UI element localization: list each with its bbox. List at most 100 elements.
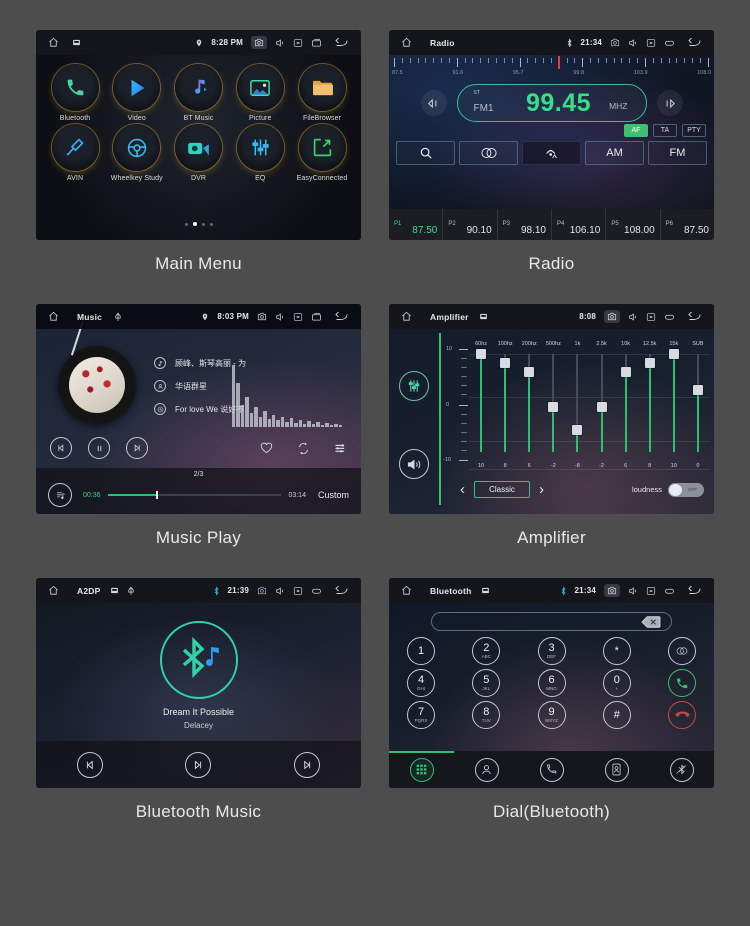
preset-p3[interactable]: P3 98.10: [498, 209, 552, 240]
key-5[interactable]: 5 JKL: [472, 669, 501, 697]
keypad-icon[interactable]: [409, 757, 434, 782]
preset-p1[interactable]: P1 87.50: [389, 209, 444, 240]
key-1[interactable]: 1: [407, 637, 435, 665]
preset-name[interactable]: Classic: [474, 481, 530, 498]
pause-icon[interactable]: [88, 437, 110, 459]
volume-icon[interactable]: [275, 38, 285, 48]
eq-band-2-5k[interactable]: 2.5k -2: [589, 341, 613, 469]
home-icon[interactable]: [401, 585, 412, 596]
home-icon[interactable]: [48, 585, 59, 596]
camera-icon[interactable]: [257, 312, 267, 321]
back-icon[interactable]: [334, 311, 349, 322]
band-track[interactable]: [548, 354, 559, 452]
key-4[interactable]: 4 GHI: [407, 669, 435, 697]
camera-icon[interactable]: [604, 310, 620, 323]
playlist-eq-icon[interactable]: [334, 443, 347, 454]
recent-apps-icon[interactable]: [664, 313, 675, 321]
back-icon[interactable]: [334, 585, 349, 596]
band-track[interactable]: [572, 354, 583, 452]
app-avin[interactable]: AVIN: [46, 124, 104, 182]
volume-icon[interactable]: [628, 38, 638, 48]
close-icon[interactable]: [293, 38, 303, 48]
eq-band-sub[interactable]: SUB 0: [686, 341, 710, 469]
hangup-icon[interactable]: [668, 701, 696, 729]
app-dvr[interactable]: DVR: [170, 124, 228, 182]
back-icon[interactable]: [687, 585, 702, 596]
repeat-icon[interactable]: [297, 442, 310, 455]
call-icon[interactable]: [668, 669, 696, 697]
app-filebrowser[interactable]: FileBrowser: [293, 64, 351, 122]
local-distance-button[interactable]: [522, 141, 581, 165]
eq-band-1k[interactable]: 1k -8: [565, 341, 589, 469]
volume-icon[interactable]: [275, 586, 285, 596]
frequency-scale[interactable]: 87.5 91.6 95.7 99.8 103.9 108.0: [389, 55, 714, 82]
recent-apps-icon[interactable]: [311, 312, 322, 321]
equalizer-icon[interactable]: [399, 371, 429, 401]
home-icon[interactable]: [48, 311, 59, 322]
camera-icon[interactable]: [257, 586, 267, 595]
preset-p5[interactable]: P5 108.00: [606, 209, 661, 240]
band-track[interactable]: [692, 354, 703, 452]
band-track[interactable]: [476, 349, 487, 452]
am-button[interactable]: AM: [585, 141, 644, 165]
close-icon[interactable]: [293, 312, 303, 322]
stereo-button[interactable]: [459, 141, 518, 165]
recent-apps-icon[interactable]: [664, 39, 675, 47]
next-icon[interactable]: [293, 751, 320, 778]
backspace-icon[interactable]: [641, 616, 661, 628]
close-icon[interactable]: [646, 586, 656, 596]
key-2[interactable]: 2 ABC: [472, 637, 501, 665]
playlist-icon[interactable]: [48, 483, 72, 507]
eq-band-60hz[interactable]: 60hz 10: [469, 341, 493, 469]
eq-band-500hz[interactable]: 500hz -2: [541, 341, 565, 469]
camera-icon[interactable]: [610, 38, 620, 47]
page-dot[interactable]: [184, 223, 188, 226]
band-track[interactable]: [668, 349, 679, 452]
key-8[interactable]: 8 TUV: [472, 701, 501, 729]
next-preset-button[interactable]: ›: [530, 481, 553, 498]
key-3[interactable]: 3 DEF: [537, 637, 566, 665]
eq-band-15k[interactable]: 15k 10: [662, 341, 686, 469]
fm-button[interactable]: FM: [648, 141, 707, 165]
hide-keypad-icon[interactable]: [668, 637, 696, 665]
band-track[interactable]: [500, 354, 511, 452]
play-pause-icon[interactable]: [185, 751, 212, 778]
preset-p2[interactable]: P2 90.10: [443, 209, 498, 240]
page-dot[interactable]: [209, 223, 213, 226]
volume-icon[interactable]: [275, 312, 285, 322]
eq-band-12-5k[interactable]: 12.5k 8: [638, 341, 662, 469]
band-track[interactable]: [596, 354, 607, 452]
sim-contacts-icon[interactable]: [604, 757, 629, 782]
recent-apps-icon[interactable]: [311, 587, 322, 595]
volume-icon[interactable]: [628, 312, 638, 322]
recent-apps-icon[interactable]: [311, 38, 322, 47]
back-icon[interactable]: [334, 37, 349, 48]
previous-icon[interactable]: [77, 751, 104, 778]
home-icon[interactable]: [48, 37, 59, 48]
band-track[interactable]: [644, 354, 655, 452]
page-dot-active[interactable]: [192, 222, 197, 226]
loudness-toggle[interactable]: OFF: [668, 482, 704, 497]
app-bluetooth[interactable]: Bluetooth: [46, 64, 104, 122]
app-bt-music[interactable]: BT Music: [170, 64, 228, 122]
ta-button[interactable]: TA: [653, 124, 677, 137]
previous-icon[interactable]: [50, 437, 72, 459]
contacts-icon[interactable]: [474, 757, 499, 782]
key-hash[interactable]: #: [602, 701, 631, 729]
page-dot[interactable]: [201, 223, 205, 226]
next-icon[interactable]: [126, 437, 148, 459]
eq-band-10k[interactable]: 10k 6: [614, 341, 638, 469]
camera-icon[interactable]: [251, 36, 267, 49]
home-icon[interactable]: [401, 311, 412, 322]
eq-band-100hz[interactable]: 100hz 8: [493, 341, 517, 469]
key-7[interactable]: 7 PQRS: [407, 701, 435, 729]
close-icon[interactable]: [293, 586, 303, 596]
app-eq[interactable]: EQ: [231, 124, 289, 182]
band-track[interactable]: [620, 354, 631, 452]
phone-number-input[interactable]: [431, 612, 672, 631]
app-picture[interactable]: Picture: [231, 64, 289, 122]
tune-up-button[interactable]: [656, 90, 683, 116]
call-log-icon[interactable]: [539, 757, 564, 782]
close-icon[interactable]: [646, 38, 656, 48]
preset-p4[interactable]: P4 106.10: [552, 209, 607, 240]
